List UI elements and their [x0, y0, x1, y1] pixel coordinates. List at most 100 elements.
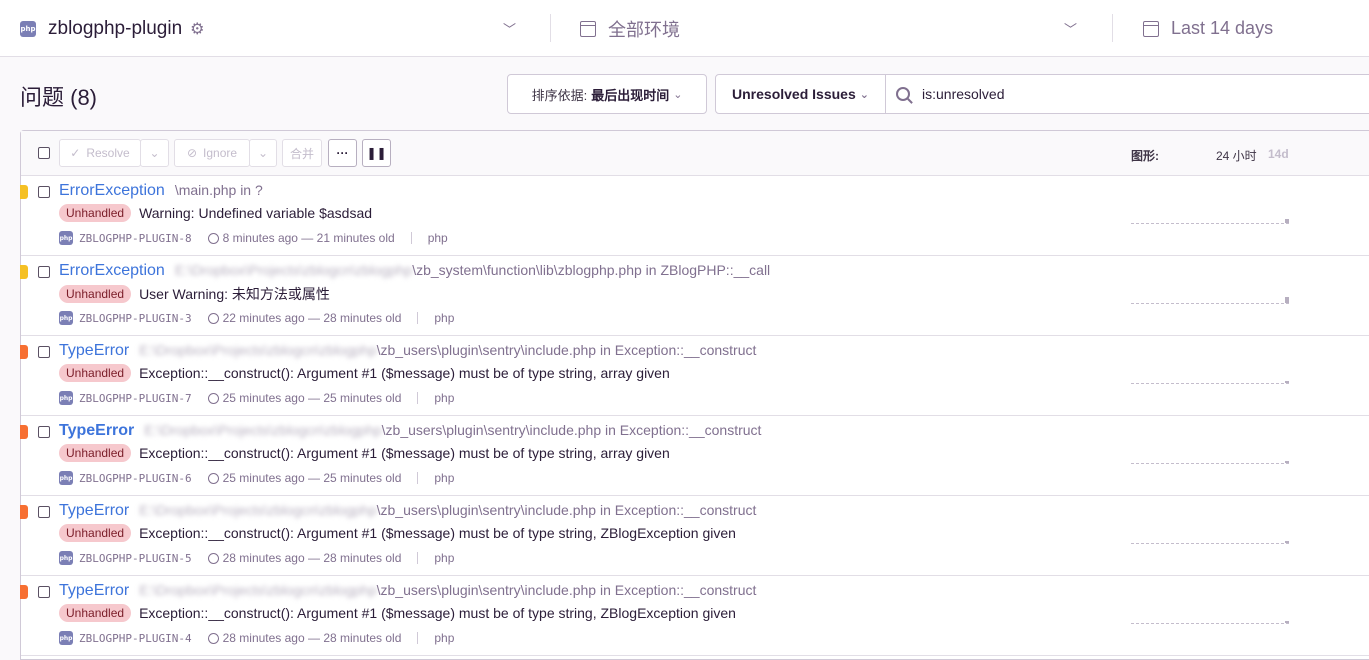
issue-title: TypeError E:\Dropbox\Projects\zblogcn\zb…: [59, 502, 756, 520]
issue-message-line: Unhandled User Warning: 未知方法或属性: [59, 284, 330, 304]
divider: [417, 392, 419, 404]
issue-checkbox[interactable]: [38, 266, 50, 278]
gear-icon[interactable]: ⚙: [190, 19, 204, 39]
issue-type-link[interactable]: ErrorException: [59, 262, 165, 280]
time-range-selector[interactable]: Last 14 days: [1143, 0, 1273, 57]
unhandled-badge: Unhandled: [59, 285, 132, 303]
issue-culprit: \zb_users\plugin\sentry\include.php in E…: [381, 422, 762, 438]
issue-checkbox[interactable]: [38, 186, 50, 198]
issue-times: 22 minutes ago — 28 minutes old: [222, 311, 402, 325]
chevron-down-icon: ⌄: [257, 146, 269, 160]
time-range-label: Last 14 days: [1171, 18, 1274, 38]
resolve-button[interactable]: ✓ Resolve: [59, 139, 141, 167]
divider: [417, 472, 419, 484]
divider: [410, 232, 412, 244]
chevron-down-icon: ⌄: [149, 146, 160, 160]
sparkline-bar: [1285, 219, 1289, 223]
resolve-label: Resolve: [86, 146, 130, 160]
issue-short-id[interactable]: ZBLOGPHP-PLUGIN-6: [79, 472, 192, 485]
issue-path-redacted: E:\Dropbox\Projects\zblogcn\zblogphp: [139, 342, 377, 358]
issue-message-line: Unhandled Exception::__construct(): Argu…: [59, 444, 670, 462]
issue-title: ErrorException \main.php in ?: [59, 182, 263, 200]
sort-dropdown[interactable]: 排序依据: 最后出现时间 ⌄: [507, 74, 707, 114]
unhandled-badge: Unhandled: [59, 444, 132, 462]
chevron-down-icon[interactable]: ﹀: [1064, 19, 1077, 38]
divider: [417, 632, 419, 644]
merge-button[interactable]: 合并: [282, 139, 322, 167]
issue-title: ErrorException E:\Dropbox\Projects\zblog…: [59, 262, 770, 280]
issue-row[interactable]: TypeError E:\Dropbox\Projects\zblogcn\zb…: [20, 576, 1369, 656]
issue-culprit: \zb_users\plugin\sentry\include.php in E…: [376, 342, 757, 358]
issue-checkbox[interactable]: [38, 506, 50, 518]
select-all-checkbox[interactable]: [38, 147, 50, 159]
saved-search-dropdown[interactable]: Unresolved Issues ⌄: [715, 74, 886, 114]
issue-sparkline: [1131, 303, 1289, 304]
issue-sparkline: [1131, 463, 1289, 464]
issue-sparkline: [1131, 623, 1289, 624]
realtime-toggle-button[interactable]: ❚❚: [362, 139, 391, 167]
resolve-dropdown-button[interactable]: ⌄: [140, 139, 169, 167]
sparkline-bar: [1285, 297, 1289, 303]
issue-message-line: Unhandled Exception::__construct(): Argu…: [59, 524, 736, 542]
environment-selector[interactable]: 全部环境: [580, 0, 680, 57]
unhandled-badge: Unhandled: [59, 204, 132, 222]
issue-short-id[interactable]: ZBLOGPHP-PLUGIN-7: [79, 392, 192, 405]
issue-checkbox[interactable]: [38, 586, 50, 598]
clock-icon: [207, 632, 219, 644]
issue-message: Exception::__construct(): Argument #1 ($…: [139, 525, 736, 541]
issue-row[interactable]: ErrorException \main.php in ? Unhandled …: [20, 176, 1369, 256]
issue-type-link[interactable]: TypeError: [59, 502, 129, 520]
issue-short-id[interactable]: ZBLOGPHP-PLUGIN-4: [79, 632, 192, 645]
issue-platform: php: [434, 311, 455, 325]
clock-icon: [207, 232, 219, 244]
ignore-button[interactable]: ⊘ Ignore: [174, 139, 250, 167]
issue-row[interactable]: TypeError E:\Dropbox\Projects\zblogcn\zb…: [20, 496, 1369, 576]
issue-row[interactable]: TypeError E:\Dropbox\Projects\zblogcn\zb…: [20, 336, 1369, 416]
issue-message: Warning: Undefined variable $asdsad: [139, 205, 373, 221]
issue-times: 28 minutes ago — 28 minutes old: [222, 631, 402, 645]
issue-row[interactable]: ErrorException E:\Dropbox\Projects\zblog…: [20, 256, 1369, 336]
issue-row[interactable]: TypeError E:\Dropbox\Projects\zblogcn\zb…: [20, 416, 1369, 496]
issue-path-redacted: E:\Dropbox\Projects\zblogcn\zblogphp: [174, 262, 413, 278]
issue-culprit: \main.php in ?: [174, 182, 263, 198]
graph-24h-option[interactable]: 24 小时: [1216, 147, 1257, 164]
issue-type-link[interactable]: ErrorException: [59, 182, 165, 200]
chevron-down-icon[interactable]: ﹀: [503, 19, 516, 38]
unhandled-badge: Unhandled: [59, 524, 132, 542]
issues-panel-header: ✓ Resolve ⌄ ⊘ Ignore ⌄ 合并 ··· ❚❚ 图形: 24 …: [21, 131, 1369, 176]
issue-checkbox[interactable]: [38, 346, 50, 358]
issue-short-id[interactable]: ZBLOGPHP-PLUGIN-5: [79, 552, 192, 565]
environment-icon: [580, 20, 596, 37]
sparkline-bar: [1285, 621, 1289, 623]
issue-checkbox[interactable]: [38, 426, 50, 438]
issue-short-id[interactable]: ZBLOGPHP-PLUGIN-3: [79, 312, 192, 325]
issue-message: Exception::__construct(): Argument #1 ($…: [139, 605, 736, 621]
page-title: 问题 (8): [20, 85, 98, 110]
issue-type-link[interactable]: TypeError: [59, 342, 129, 360]
project-name: zblogphp-plugin: [48, 17, 183, 39]
search-input[interactable]: [922, 86, 1322, 102]
issue-platform: php: [434, 551, 455, 565]
issue-message: Exception::__construct(): Argument #1 ($…: [139, 365, 670, 381]
issue-type-link[interactable]: TypeError: [59, 422, 134, 440]
project-selector[interactable]: php zblogphp-plugin ⚙: [20, 0, 205, 57]
more-actions-button[interactable]: ···: [328, 139, 357, 167]
ignore-dropdown-button[interactable]: ⌄: [249, 139, 277, 167]
issue-type-link[interactable]: TypeError: [59, 582, 129, 600]
graph-14d-option[interactable]: 14d: [1268, 147, 1289, 161]
issue-culprit: \zb_users\plugin\sentry\include.php in E…: [376, 502, 757, 518]
issue-short-id[interactable]: ZBLOGPHP-PLUGIN-8: [79, 232, 192, 245]
ignore-label: Ignore: [203, 146, 238, 160]
issue-platform: php: [434, 471, 455, 485]
issue-meta: php ZBLOGPHP-PLUGIN-3 22 minutes ago — 2…: [59, 311, 454, 325]
search-bar[interactable]: [885, 74, 1369, 114]
calendar-icon: [1143, 20, 1159, 37]
sort-label: 排序依据:: [531, 87, 588, 103]
issue-meta: php ZBLOGPHP-PLUGIN-7 25 minutes ago — 2…: [59, 391, 454, 405]
php-icon: php: [20, 20, 36, 37]
chevron-down-icon: ⌄: [859, 88, 869, 101]
php-icon: php: [59, 551, 73, 565]
issue-path-redacted: E:\Dropbox\Projects\zblogcn\zblogphp: [144, 422, 382, 438]
issue-meta: php ZBLOGPHP-PLUGIN-5 28 minutes ago — 2…: [59, 551, 454, 565]
issue-sparkline: [1131, 383, 1289, 384]
